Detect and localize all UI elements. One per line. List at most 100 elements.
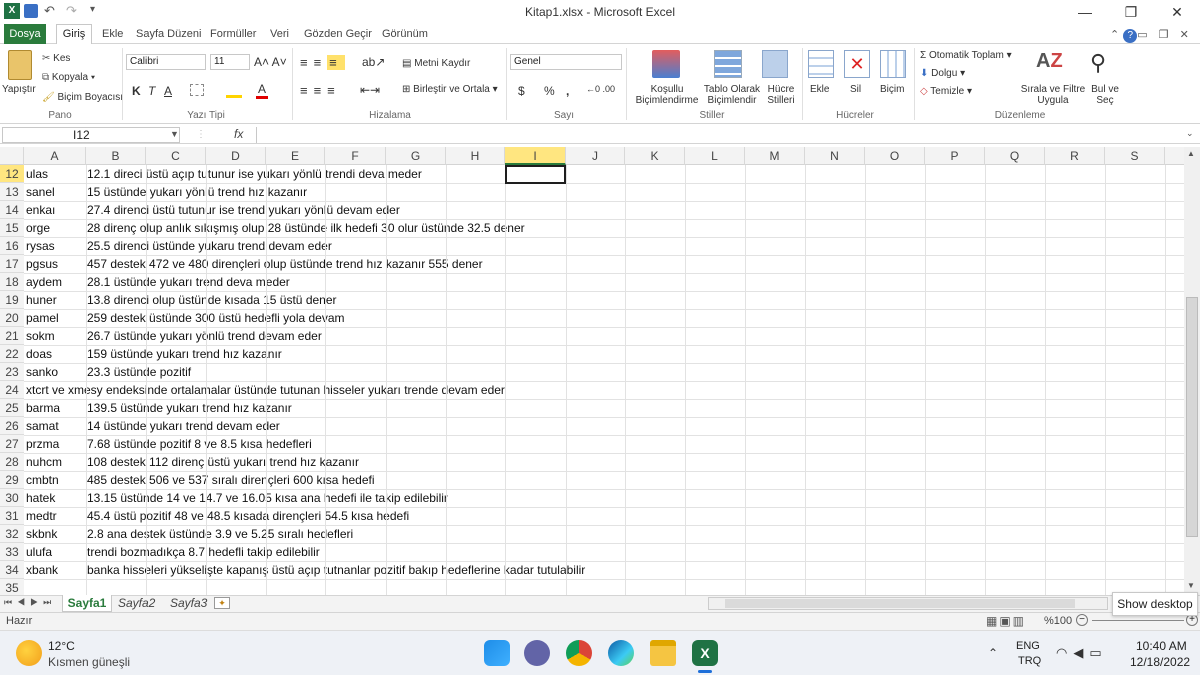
number-format-combo[interactable]: Genel xyxy=(510,54,622,70)
help-icon[interactable]: ? xyxy=(1123,29,1138,43)
row-header[interactable]: 24 xyxy=(0,381,24,399)
delete-cells-button[interactable]: Sil xyxy=(850,84,861,95)
paste-icon[interactable] xyxy=(8,50,32,80)
font-name-combo[interactable]: Calibri xyxy=(126,54,206,70)
format-cells-button[interactable]: Biçim xyxy=(880,84,904,95)
tab-dosya[interactable]: Dosya xyxy=(4,24,46,44)
clock-time[interactable]: 10:40 AM xyxy=(1136,639,1187,653)
row-header[interactable]: 26 xyxy=(0,417,24,435)
borders-icon[interactable] xyxy=(190,84,204,96)
row-header[interactable]: 17 xyxy=(0,255,24,273)
column-header[interactable]: E xyxy=(266,147,325,165)
row-header[interactable]: 31 xyxy=(0,507,24,525)
cell-a[interactable]: samat xyxy=(26,417,59,435)
copy-button[interactable]: ⧉ Kopyala ▾ xyxy=(42,72,95,83)
language-code[interactable]: ENG xyxy=(1016,640,1040,652)
column-header[interactable]: H xyxy=(446,147,505,165)
cell-b[interactable]: 28 direnç olup anlık sıkışmış olup 28 üs… xyxy=(87,219,525,237)
cell-a[interactable]: orge xyxy=(26,219,50,237)
weather-sun-icon[interactable] xyxy=(16,640,42,666)
row-header[interactable]: 29 xyxy=(0,471,24,489)
orientation-icon[interactable]: ab↗ xyxy=(362,55,385,69)
cell-b[interactable]: 25.5 direnci üstünde yukaru trend devam … xyxy=(87,237,332,255)
cell-a[interactable]: huner xyxy=(26,291,57,309)
cell-a[interactable]: cmbtn xyxy=(26,471,59,489)
cell-a[interactable]: skbnk xyxy=(26,525,57,543)
ribbon-right-icons[interactable]: ⌃? ▭ ❐ ✕ xyxy=(1110,28,1193,43)
fill-button[interactable]: ⬇ Dolgu ▾ xyxy=(920,68,965,79)
cell-a[interactable]: pgsus xyxy=(26,255,58,273)
row-header-selected[interactable]: 12 xyxy=(0,165,24,183)
cell-a[interactable]: hatek xyxy=(26,489,55,507)
name-box[interactable]: I12 xyxy=(2,127,180,143)
tab-gorunum[interactable]: Görünüm xyxy=(376,26,434,43)
zoom-out-icon[interactable]: − xyxy=(1076,614,1088,626)
scroll-up-icon[interactable]: ▲ xyxy=(1187,149,1195,158)
cell-a[interactable]: rysas xyxy=(26,237,55,255)
row-header[interactable]: 32 xyxy=(0,525,24,543)
column-header[interactable]: P xyxy=(925,147,985,165)
edge-icon[interactable] xyxy=(608,640,634,666)
column-header[interactable]: B xyxy=(86,147,146,165)
tab-giris[interactable]: Giriş xyxy=(56,24,92,45)
column-header[interactable]: O xyxy=(865,147,925,165)
tab-sayfa-duzeni[interactable]: Sayfa Düzeni xyxy=(130,26,207,43)
tray-icons[interactable]: ◠◀▭ xyxy=(1056,645,1108,661)
scroll-down-icon[interactable]: ▼ xyxy=(1187,581,1195,590)
scroll-thumb[interactable] xyxy=(1186,297,1198,537)
cell-styles-icon[interactable] xyxy=(762,50,788,78)
cell-b[interactable]: 2.8 ana destek üstünde 3.9 ve 5.25 sıral… xyxy=(87,525,353,543)
name-box-dropdown-icon[interactable]: ▼ xyxy=(170,129,179,139)
cell-a[interactable]: pamel xyxy=(26,309,59,327)
cell-b[interactable]: 259 destek üstünde 300 üstü hedefli yola… xyxy=(87,309,345,327)
merge-center-button[interactable]: ⊞ Birleştir ve Ortala ▾ xyxy=(402,84,498,95)
column-header[interactable]: C xyxy=(146,147,206,165)
column-header[interactable]: M xyxy=(745,147,805,165)
hscroll-thumb[interactable] xyxy=(725,599,1075,608)
row-header[interactable]: 28 xyxy=(0,453,24,471)
grow-shrink-font-icons[interactable]: A˄ A˅ xyxy=(254,55,287,69)
row-header[interactable]: 13 xyxy=(0,183,24,201)
cell-a[interactable]: sanel xyxy=(26,183,55,201)
clear-button[interactable]: ◇ Temizle ▾ xyxy=(920,86,972,97)
sheet-tab[interactable]: Sayfa2 xyxy=(118,595,155,612)
cell-a[interactable]: sokm xyxy=(26,327,55,345)
cell-a[interactable]: sanko xyxy=(26,363,58,381)
bold-button[interactable]: K xyxy=(132,84,141,98)
cell-b[interactable]: 45.4 üstü pozitif 48 ve 48.5 kısada dire… xyxy=(87,507,409,525)
sheet-tab[interactable]: Sayfa3 xyxy=(170,595,207,612)
cell-b[interactable]: banka hisseleri yükselişte kapanış üstü … xyxy=(87,561,585,579)
formula-input[interactable] xyxy=(256,127,1182,143)
excel-taskbar-icon[interactable]: X xyxy=(692,640,718,666)
cell-b[interactable]: 27.4 direnci üstü tutunur ise trend yuka… xyxy=(87,201,400,219)
format-painter-button[interactable]: 🖌 Biçim Boyacısı xyxy=(42,92,123,103)
column-header[interactable]: D xyxy=(206,147,266,165)
select-all-corner[interactable] xyxy=(0,147,24,165)
cell-b[interactable]: 14 üstünde yukarı trend devam eder xyxy=(87,417,280,435)
row-header[interactable]: 33 xyxy=(0,543,24,561)
cell-b[interactable]: 485 destek 506 ve 537 sıralı dirençleri … xyxy=(87,471,375,489)
format-table-button[interactable]: Tablo Olarak Biçimlendir xyxy=(702,84,762,106)
weather-desc[interactable]: Kısmen güneşli xyxy=(48,655,130,669)
zoom-slider[interactable] xyxy=(1092,620,1184,621)
row-header[interactable]: 34 xyxy=(0,561,24,579)
row-header[interactable]: 18 xyxy=(0,273,24,291)
row-header[interactable]: 30 xyxy=(0,489,24,507)
conditional-format-button[interactable]: Koşullu Biçimlendirme xyxy=(628,84,706,106)
clock-date[interactable]: 12/18/2022 xyxy=(1130,655,1190,669)
sheet-nav-icons[interactable]: ⏮◀▶⏭ xyxy=(4,597,56,608)
find-select-button[interactable]: Bul ve Seç xyxy=(1088,84,1122,106)
find-select-icon[interactable]: ⚲ xyxy=(1090,50,1106,76)
italic-button[interactable]: T xyxy=(148,84,155,98)
row-header[interactable]: 14 xyxy=(0,201,24,219)
delete-cells-icon[interactable]: ✕ xyxy=(844,50,870,78)
teams-chat-icon[interactable] xyxy=(524,640,550,666)
row-header[interactable]: 21 xyxy=(0,327,24,345)
zoom-level[interactable]: %100 xyxy=(1044,615,1072,627)
comma-button[interactable]: , xyxy=(566,84,569,98)
cell-b[interactable]: 108 destek 112 direnç üstü yukarı trend … xyxy=(87,453,359,471)
insert-cells-button[interactable]: Ekle xyxy=(810,84,829,95)
cell-b[interactable]: 28.1 üstünde yukarı trend deva meder xyxy=(87,273,290,291)
cell-a[interactable]: xbank xyxy=(26,561,58,579)
column-header[interactable]: F xyxy=(325,147,386,165)
